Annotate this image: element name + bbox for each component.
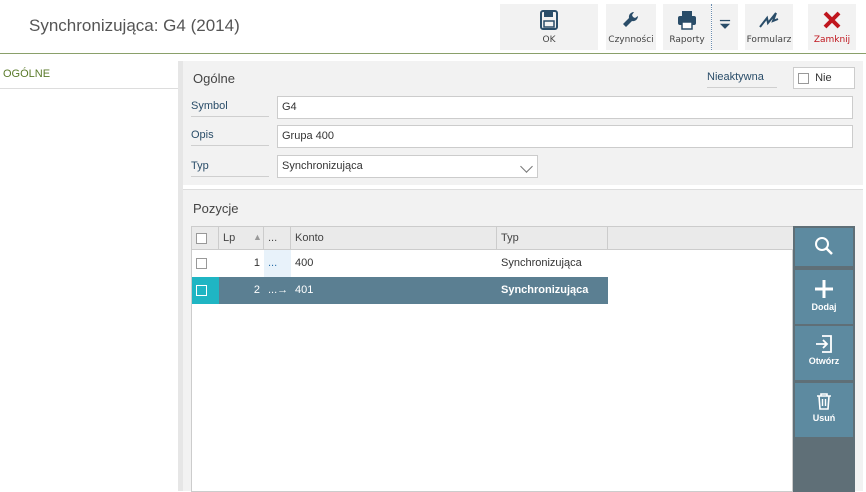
general-section: Ogólne Nieaktywna Nie Symbol G4 Opis Gru…	[183, 61, 863, 185]
add-label: Dodaj	[811, 302, 837, 312]
close-icon	[823, 11, 841, 29]
row-lp: 2	[253, 284, 260, 296]
inactive-checkbox[interactable]: Nie	[793, 67, 855, 89]
row-checkbox[interactable]	[196, 284, 207, 296]
signature-icon	[759, 12, 779, 28]
row-dots-cell[interactable]: ...→	[264, 277, 291, 304]
raporty-button[interactable]: Raporty	[663, 4, 711, 50]
row-dots[interactable]: ...	[264, 250, 291, 277]
raporty-label: Raporty	[669, 35, 705, 45]
row-typ: Synchronizująca	[501, 257, 582, 269]
nav-item-ogolne[interactable]: OGÓLNE	[0, 61, 178, 89]
select-all-cell[interactable]	[192, 227, 219, 250]
formularz-button[interactable]: Formularz	[745, 4, 793, 50]
row-typ: Synchronizująca	[501, 284, 589, 296]
delete-label: Usuń	[812, 413, 836, 423]
czynnosci-label: Czynności	[608, 35, 654, 45]
positions-section: Pozycje Lp ▲ ... Konto Typ 1 ... 400 Syn…	[183, 189, 863, 492]
ok-label: OK	[542, 35, 556, 45]
czynnosci-button[interactable]: Czynności	[606, 4, 656, 50]
close-button[interactable]: Zamknij	[808, 4, 856, 50]
arrow-right-icon: →	[277, 284, 289, 296]
row-konto: 401	[295, 284, 314, 296]
inactive-value: Nie	[815, 72, 832, 84]
plus-icon	[815, 280, 833, 298]
typ-select[interactable]: Synchronizująca	[277, 155, 538, 178]
row-select-cell[interactable]	[192, 277, 219, 304]
print-icon	[678, 11, 696, 30]
table-row[interactable]: 1 ... 400 Synchronizująca	[192, 250, 608, 277]
row-lp: 1	[253, 257, 260, 269]
inactive-check-icon	[798, 72, 809, 84]
search-button[interactable]	[795, 228, 853, 266]
add-button[interactable]: Dodaj	[795, 270, 853, 324]
positions-grid: Lp ▲ ... Konto Typ 1 ... 400 Synchronizu…	[191, 226, 794, 492]
open-button[interactable]: Otwórz	[795, 326, 853, 380]
row-dots: ...	[268, 284, 278, 296]
sort-asc-icon: ▲	[253, 232, 262, 242]
grid-action-bar: Dodaj Otwórz Usuń	[793, 226, 855, 492]
column-dots[interactable]: ...	[264, 227, 291, 250]
inactive-label: Nieaktywna	[707, 71, 777, 88]
table-row-selected[interactable]: 2 ...→ 401 Synchronizująca	[192, 277, 608, 304]
wrench-icon	[623, 11, 639, 27]
open-icon	[816, 335, 832, 353]
select-all-checkbox[interactable]	[196, 232, 207, 244]
window-title: Synchronizująca: G4 (2014)	[29, 16, 240, 35]
raporty-dropdown-button[interactable]	[712, 4, 738, 50]
opis-label: Opis	[191, 129, 269, 146]
search-icon	[815, 237, 833, 255]
opis-input[interactable]: Grupa 400	[277, 125, 853, 148]
grid-header: Lp ▲ ... Konto Typ	[192, 227, 794, 250]
open-label: Otwórz	[808, 356, 840, 366]
column-lp-label: Lp	[223, 232, 236, 244]
close-label: Zamknij	[813, 35, 851, 45]
chevron-down-icon	[520, 160, 533, 173]
positions-title: Pozycje	[193, 201, 239, 216]
column-typ[interactable]: Typ	[497, 227, 608, 250]
typ-value: Synchronizująca	[282, 160, 363, 172]
trash-icon	[817, 393, 831, 410]
row-konto: 400	[295, 257, 314, 269]
caret-down-icon	[719, 19, 731, 29]
column-lp[interactable]: Lp ▲	[219, 227, 264, 250]
typ-label: Typ	[191, 160, 269, 177]
formularz-label: Formularz	[746, 35, 792, 45]
row-select-cell[interactable]	[192, 250, 219, 277]
save-icon	[540, 10, 558, 30]
column-konto[interactable]: Konto	[291, 227, 497, 250]
general-title: Ogólne	[193, 71, 235, 86]
window-header: Synchronizująca: G4 (2014) OK Czynności …	[0, 0, 866, 54]
ok-button[interactable]: OK	[500, 4, 598, 50]
delete-button[interactable]: Usuń	[795, 383, 853, 437]
left-navigation: OGÓLNE	[0, 61, 178, 491]
row-checkbox[interactable]	[196, 257, 207, 269]
symbol-input[interactable]: G4	[277, 96, 853, 119]
symbol-label: Symbol	[191, 100, 269, 117]
